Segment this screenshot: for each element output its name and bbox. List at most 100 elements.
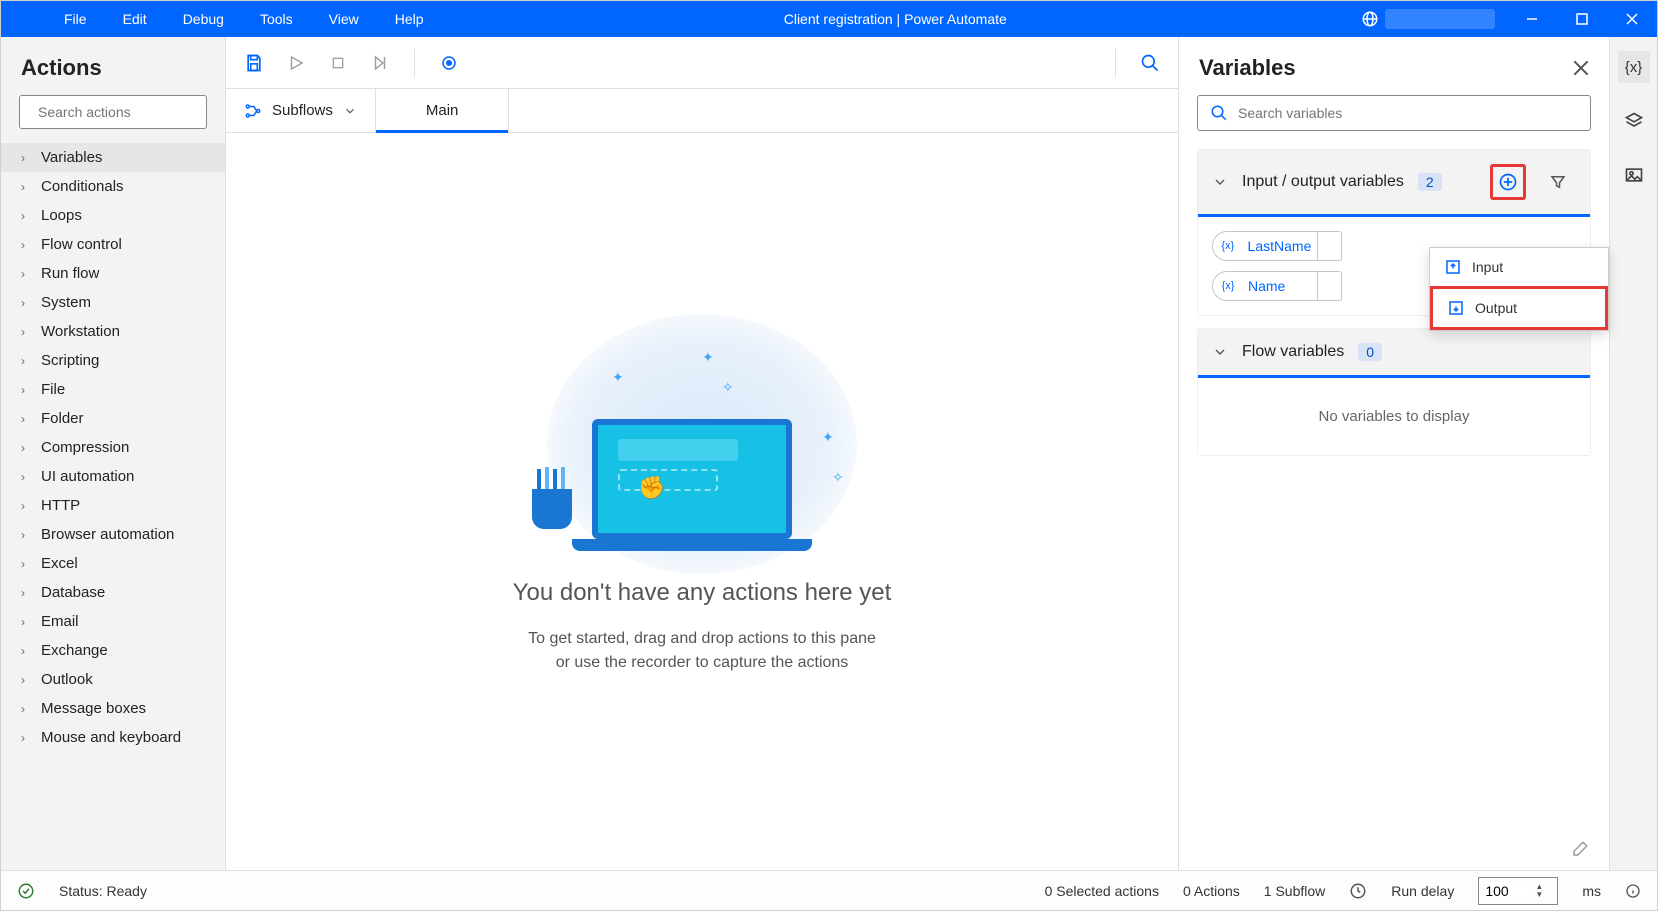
actions-count: 0 Actions <box>1183 883 1240 899</box>
subflows-count: 1 Subflow <box>1264 883 1325 899</box>
ms-label: ms <box>1582 883 1601 899</box>
check-circle-icon <box>17 882 35 900</box>
action-cat-conditionals[interactable]: ›Conditionals <box>1 172 225 201</box>
action-cat-folder[interactable]: ›Folder <box>1 404 225 433</box>
menu-view[interactable]: View <box>311 11 377 27</box>
action-cat-email[interactable]: ›Email <box>1 607 225 636</box>
chevron-down-icon[interactable] <box>1212 174 1228 190</box>
action-cat-flow-control[interactable]: ›Flow control <box>1 230 225 259</box>
right-rail: {x} <box>1609 37 1657 870</box>
action-cat-workstation[interactable]: ›Workstation <box>1 317 225 346</box>
action-cat-run-flow[interactable]: ›Run flow <box>1 259 225 288</box>
add-input-variable[interactable]: Input <box>1430 248 1608 286</box>
actions-pane: Actions ›Variables ›Conditionals ›Loops … <box>1 37 226 870</box>
braces-icon: {x} <box>1625 59 1643 76</box>
io-variables-title: Input / output variables <box>1242 173 1404 191</box>
action-cat-exchange[interactable]: ›Exchange <box>1 636 225 665</box>
action-cat-system[interactable]: ›System <box>1 288 225 317</box>
run-delay-field[interactable]: ▲▼ <box>1478 877 1558 905</box>
layers-icon <box>1624 111 1644 131</box>
window-maximize[interactable] <box>1557 1 1607 37</box>
window-minimize[interactable] <box>1507 1 1557 37</box>
tab-main[interactable]: Main <box>376 89 510 132</box>
run-delay-input[interactable] <box>1485 883 1535 899</box>
action-cat-variables[interactable]: ›Variables <box>1 143 225 172</box>
save-button[interactable] <box>240 49 268 77</box>
add-output-variable[interactable]: Output <box>1430 286 1608 330</box>
flow-variables-empty: No variables to display <box>1198 378 1590 455</box>
variables-search[interactable] <box>1197 95 1591 131</box>
empty-state-text: To get started, drag and drop actions to… <box>528 627 876 675</box>
action-cat-message-boxes[interactable]: ›Message boxes <box>1 694 225 723</box>
delay-spinner[interactable]: ▲▼ <box>1535 883 1543 899</box>
chevron-right-icon: › <box>21 238 31 252</box>
chevron-down-icon[interactable] <box>1212 344 1228 360</box>
rail-ui-elements-button[interactable] <box>1618 105 1650 137</box>
rail-variables-button[interactable]: {x} <box>1618 51 1650 83</box>
designer-canvas[interactable]: ✦ ✦ ✧ ✦ ✧ ✊ You don't have <box>226 133 1178 870</box>
window-title: Client registration | Power Automate <box>442 11 1349 27</box>
action-cat-ui-automation[interactable]: ›UI automation <box>1 462 225 491</box>
variables-close-button[interactable] <box>1573 60 1589 76</box>
variable-name[interactable]: {x} Name <box>1212 271 1342 301</box>
actions-search[interactable] <box>19 95 207 129</box>
image-icon <box>1624 165 1644 185</box>
status-bar: Status: Ready 0 Selected actions 0 Actio… <box>1 870 1657 910</box>
add-variable-button[interactable] <box>1490 164 1526 200</box>
search-icon <box>1210 104 1228 122</box>
action-cat-http[interactable]: ›HTTP <box>1 491 225 520</box>
menu-help[interactable]: Help <box>377 11 442 27</box>
action-cat-database[interactable]: ›Database <box>1 578 225 607</box>
variable-icon: {x} <box>1214 272 1242 300</box>
chevron-right-icon: › <box>21 441 31 455</box>
action-cat-file[interactable]: ›File <box>1 375 225 404</box>
chevron-right-icon: › <box>21 731 31 745</box>
variable-label: LastName <box>1242 238 1318 254</box>
menu-edit[interactable]: Edit <box>105 11 165 27</box>
actions-category-list[interactable]: ›Variables ›Conditionals ›Loops ›Flow co… <box>1 143 225 870</box>
action-cat-browser-automation[interactable]: ›Browser automation <box>1 520 225 549</box>
recorder-button[interactable] <box>435 49 463 77</box>
clear-variables-button[interactable] <box>1571 840 1589 858</box>
subflows-label: Subflows <box>272 102 333 119</box>
menu-debug[interactable]: Debug <box>165 11 242 27</box>
subflows-dropdown[interactable]: Subflows <box>226 89 376 132</box>
info-icon[interactable] <box>1625 883 1641 899</box>
run-button[interactable] <box>282 49 310 77</box>
chevron-down-icon <box>343 104 357 118</box>
chevron-right-icon: › <box>21 644 31 658</box>
window-close[interactable] <box>1607 1 1657 37</box>
variable-icon: {x} <box>1214 232 1242 260</box>
plus-circle-icon <box>1498 172 1518 192</box>
variables-search-input[interactable] <box>1238 105 1578 121</box>
stop-button[interactable] <box>324 49 352 77</box>
action-cat-mouse-keyboard[interactable]: ›Mouse and keyboard <box>1 723 225 752</box>
action-cat-compression[interactable]: ›Compression <box>1 433 225 462</box>
action-cat-outlook[interactable]: ›Outlook <box>1 665 225 694</box>
search-flow-button[interactable] <box>1136 49 1164 77</box>
chevron-right-icon: › <box>21 151 31 165</box>
rail-images-button[interactable] <box>1618 159 1650 191</box>
variables-heading: Variables <box>1199 55 1296 81</box>
step-button[interactable] <box>366 49 394 77</box>
title-bar: File Edit Debug Tools View Help Client r… <box>1 1 1657 37</box>
action-cat-excel[interactable]: ›Excel <box>1 549 225 578</box>
chevron-right-icon: › <box>21 470 31 484</box>
filter-variables-button[interactable] <box>1540 164 1576 200</box>
actions-search-input[interactable] <box>38 104 219 120</box>
variable-lastname[interactable]: {x} LastName <box>1212 231 1342 261</box>
chevron-right-icon: › <box>21 528 31 542</box>
chevron-right-icon: › <box>21 383 31 397</box>
clock-icon <box>1349 882 1367 900</box>
chevron-right-icon: › <box>21 267 31 281</box>
menu-tools[interactable]: Tools <box>242 11 311 27</box>
action-cat-loops[interactable]: ›Loops <box>1 201 225 230</box>
flow-variables-count: 0 <box>1358 343 1382 361</box>
designer-center: Subflows Main ✦ ✦ ✧ ✦ ✧ <box>226 37 1179 870</box>
action-cat-scripting[interactable]: ›Scripting <box>1 346 225 375</box>
menu-file[interactable]: File <box>46 11 105 27</box>
chevron-right-icon: › <box>21 615 31 629</box>
chevron-right-icon: › <box>21 209 31 223</box>
chevron-right-icon: › <box>21 412 31 426</box>
environment-picker[interactable] <box>1349 9 1507 29</box>
